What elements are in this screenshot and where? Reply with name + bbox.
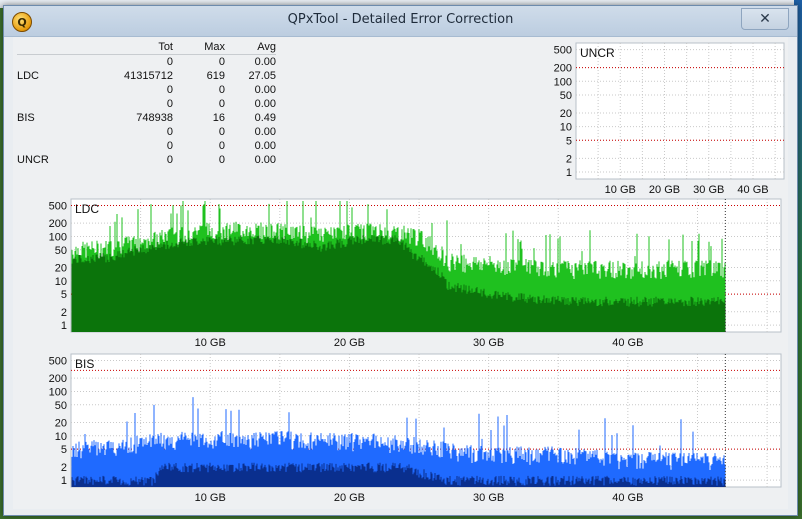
stats-cell-label [17, 55, 87, 70]
stats-cell-max: 0 [218, 56, 225, 68]
ldc-x-tick-label: 30 GB [473, 337, 504, 349]
stats-cell-tot: 41315712 [124, 70, 173, 82]
ldc-y-tick-label: 200 [49, 218, 67, 230]
stats-row: 0 0 0.00 [17, 83, 276, 97]
stats-row: 0 0 0.00 [17, 55, 276, 70]
bis-x-tick-label: 20 GB [334, 492, 365, 504]
bis-x-tick-label: 10 GB [195, 492, 226, 504]
stats-cell-avg: 27.05 [248, 70, 276, 82]
stats-cell-tot: 0 [166, 140, 173, 152]
stats-cell-avg: 0.00 [254, 154, 276, 166]
uncr-y-tick-label: 1 [566, 167, 572, 179]
uncr-y-tick-label: 500 [554, 45, 572, 57]
stats-cell-max: 0 [218, 140, 225, 152]
ldc-y-tick-label: 1 [61, 320, 67, 332]
ldc-x-tick-label: 20 GB [334, 337, 365, 349]
uncr-x-tick-label: 40 GB [737, 184, 768, 196]
stats-cell-avg: 0.00 [254, 140, 276, 152]
ldc-y-tick-label: 10 [55, 276, 67, 288]
bis-x-tick-label: 40 GB [612, 492, 643, 504]
stats-cell-avg: 0.00 [254, 84, 276, 96]
bis-y-tick-label: 10 [55, 431, 67, 443]
bis-y-tick-label: 5 [61, 444, 67, 456]
uncr-chart-title: UNCR [580, 46, 615, 60]
uncr-y-tick-label: 200 [554, 63, 572, 75]
uncr-chart: 1 2 510 20 50 100200 500 10 GB 20 GB 30 GB 40 GB UN… [554, 42, 785, 196]
bis-y-tick-label: 200 [49, 373, 67, 385]
stats-row: 0 0 0.00 [17, 139, 276, 153]
stats-header-tot: Tot [87, 40, 173, 55]
stats-row: 0 0 0.00 [17, 97, 276, 111]
uncr-y-tick-label: 2 [566, 153, 572, 165]
stats-cell-avg: 0.00 [254, 98, 276, 110]
stats-cell-avg: 0.49 [254, 112, 276, 124]
bis-y-tick-label: 100 [49, 386, 67, 398]
ldc-chart: 12 510 20 50 100200 500 10 GB 20 GB 30 GB 40 GB LD… [49, 198, 782, 349]
ldc-x-tick-label: 40 GB [612, 337, 643, 349]
stats-cell-label: UNCR [17, 154, 49, 166]
ldc-x-tick-label: 10 GB [195, 337, 226, 349]
stats-cell-tot: 0 [166, 56, 173, 68]
ldc-y-tick-label: 20 [55, 262, 67, 274]
bis-y-tick-label: 50 [55, 400, 67, 412]
bis-x-tick-label: 30 GB [473, 492, 504, 504]
uncr-y-tick-label: 50 [560, 90, 572, 102]
close-button[interactable]: ✕ [741, 8, 789, 30]
uncr-y-tick-label: 10 [560, 122, 572, 134]
stats-cell-label: BIS [17, 112, 35, 124]
stats-cell-max: 619 [206, 70, 225, 82]
window-content: Tot Max Avg 0 0 0.00 LDC 41315712 619 27… [13, 37, 788, 509]
ldc-y-tick-label: 500 [49, 200, 67, 212]
stats-cell-max: 0 [218, 98, 225, 110]
ldc-chart-title: LDC [75, 202, 99, 216]
ldc-y-tick-label: 5 [61, 289, 67, 301]
ldc-y-tick-label: 2 [61, 307, 67, 319]
bis-chart-title: BIS [75, 357, 94, 371]
stats-cell-tot: 0 [166, 126, 173, 138]
uncr-y-tick-label: 5 [566, 135, 572, 147]
stats-cell-tot: 748938 [136, 112, 173, 124]
uncr-plot-area [575, 42, 785, 180]
stats-row-ldc: LDC 41315712 619 27.05 [17, 69, 276, 83]
stats-cell-max: 16 [212, 112, 225, 124]
uncr-x-tick-label: 30 GB [693, 184, 724, 196]
stats-cell-label [17, 125, 87, 139]
uncr-y-tick-label: 20 [560, 108, 572, 120]
stats-cell-tot: 0 [166, 84, 173, 96]
uncr-x-tick-label: 10 GB [605, 184, 636, 196]
bis-y-tick-label: 20 [55, 417, 67, 429]
stats-cell-label [17, 83, 87, 97]
stats-header-avg: Avg [225, 40, 276, 55]
stats-cell-tot: 0 [166, 154, 173, 166]
stats-cell-max: 0 [218, 84, 225, 96]
stats-row-bis: BIS 748938 16 0.49 [17, 111, 276, 125]
stats-cell-label [17, 139, 87, 153]
stats-cell-max: 0 [218, 126, 225, 138]
title-bar[interactable]: Q QPxTool - Detailed Error Correction ✕ [4, 6, 797, 37]
stats-cell-max: 0 [218, 154, 225, 166]
stats-header-max: Max [173, 40, 225, 55]
stats-header-row: Tot Max Avg [17, 40, 276, 55]
stats-row: 0 0 0.00 [17, 125, 276, 139]
window-title: QPxTool - Detailed Error Correction [287, 12, 514, 27]
stats-cell-tot: 0 [166, 98, 173, 110]
stats-cell-avg: 0.00 [254, 126, 276, 138]
stats-header-label [17, 40, 87, 55]
stats-cell-label: LDC [17, 70, 40, 82]
bis-y-tick-label: 1 [61, 475, 67, 487]
stats-cell-avg: 0.00 [254, 56, 276, 68]
bis-y-tick-label: 2 [61, 462, 67, 474]
uncr-x-tick-label: 20 GB [649, 184, 680, 196]
stats-row-uncr: UNCR 0 0 0.00 [17, 153, 276, 167]
stats-cell-label [17, 97, 87, 111]
uncr-y-tick-label: 100 [554, 76, 572, 88]
bis-y-tick-label: 500 [49, 355, 67, 367]
error-stats-table: Tot Max Avg 0 0 0.00 LDC 41315712 619 27… [17, 40, 276, 167]
qpxtool-error-correction-window: Q QPxTool - Detailed Error Correction ✕ … [3, 5, 798, 516]
ldc-y-tick-label: 100 [49, 231, 67, 243]
bis-chart: 12 510 20 50 100200 500 10 GB 20 GB 30 GB 40 GB BI… [49, 353, 782, 504]
ldc-y-tick-label: 50 [55, 245, 67, 257]
